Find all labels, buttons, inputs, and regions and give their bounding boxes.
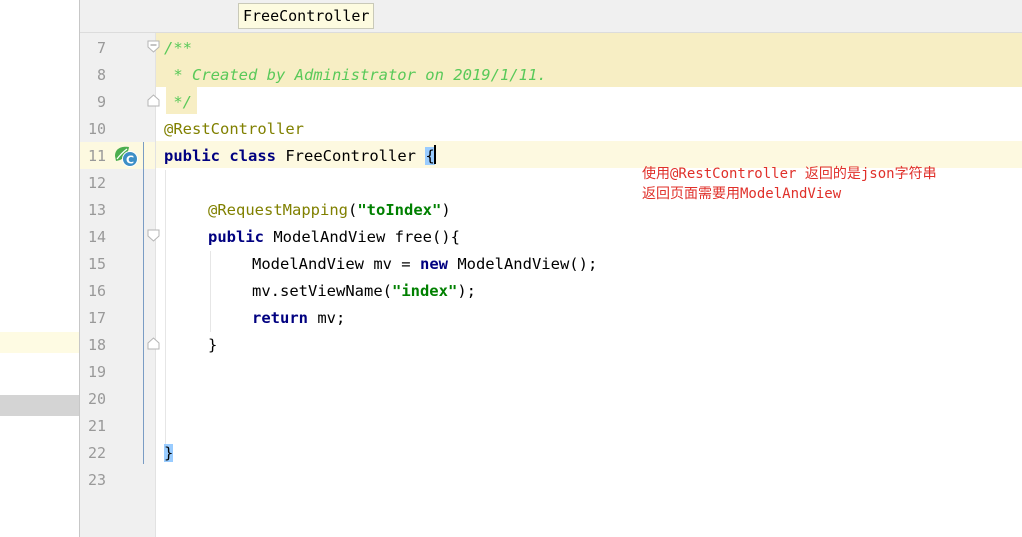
code-statement: ModelAndView mv = new ModelAndView();: [252, 251, 597, 278]
return-statement: return mv;: [252, 305, 345, 332]
line-number: 10: [87, 120, 106, 138]
line-number: 7: [96, 39, 106, 57]
line-number: 13: [87, 201, 106, 219]
line-number: 16: [87, 282, 106, 300]
method-signature: ModelAndView free(){: [264, 228, 460, 246]
line-number: 12: [87, 174, 106, 192]
line-number: 14: [87, 228, 106, 246]
code-statement: mv.setViewName("index");: [252, 278, 476, 305]
note-line-2: 返回页面需要用ModelAndView: [642, 186, 842, 202]
keyword-public: public: [208, 228, 264, 246]
line-number: 23: [87, 471, 106, 489]
annotation-paren-open: (: [347, 201, 358, 219]
annotation-paren-close: ): [441, 201, 451, 219]
method-scope-indicator: [143, 142, 144, 464]
keyword-return: return: [252, 309, 308, 327]
statement-text: ModelAndView mv =: [252, 255, 420, 273]
svg-text:C: C: [126, 154, 134, 167]
view-name-string: "index": [391, 282, 458, 300]
keyword-public: public: [164, 147, 220, 165]
class-name: FreeController: [276, 147, 426, 165]
left-panel-highlight: [0, 332, 79, 353]
line-number: 22: [87, 444, 106, 462]
fold-end-icon[interactable]: [147, 337, 160, 350]
line-number: 17: [87, 309, 106, 327]
doc-comment-close: */: [164, 93, 192, 111]
line-number: 15: [87, 255, 106, 273]
indent-guide: [210, 251, 211, 332]
line-number: 11: [87, 147, 106, 165]
line-number: 18: [87, 336, 106, 354]
line-number: 21: [87, 417, 106, 435]
doc-comment-text: * Created by Administrator on 2019/1/11.: [164, 66, 547, 84]
spring-bean-class-icon[interactable]: C: [113, 144, 139, 168]
method-declaration: public ModelAndView free(){: [208, 224, 460, 251]
statement-text: ModelAndView();: [447, 255, 598, 273]
fold-collapse-icon[interactable]: [147, 40, 160, 53]
line-number: 9: [96, 93, 106, 111]
breadcrumb-bar: FreeController: [80, 0, 1022, 33]
fold-collapse-icon[interactable]: [147, 229, 160, 242]
text-caret: [433, 145, 436, 164]
note-line-1: 使用@RestController 返回的是json字符串: [642, 166, 937, 182]
statement-text: mv.setViewName(: [252, 282, 392, 300]
keyword-new: new: [419, 255, 448, 273]
breadcrumb[interactable]: FreeController: [238, 3, 375, 29]
fold-end-icon[interactable]: [147, 94, 160, 107]
class-close-brace: }: [164, 440, 174, 467]
method-close-brace: }: [208, 336, 218, 354]
statement-text: mv;: [308, 309, 346, 327]
indent-guide: [165, 170, 166, 455]
matched-brace: }: [164, 444, 174, 462]
annotation-name: @RequestMapping: [208, 201, 348, 219]
class-declaration[interactable]: public class FreeController {: [164, 143, 436, 170]
request-mapping-annotation: @RequestMapping("toIndex"): [208, 197, 451, 224]
left-panel: [0, 0, 79, 537]
statement-text: );: [457, 282, 476, 300]
line-number: 8: [96, 66, 106, 84]
rest-controller-annotation: @RestController: [164, 120, 304, 138]
line-number: 20: [87, 390, 106, 408]
mapping-path-string: "toIndex": [357, 201, 442, 219]
keyword-class: class: [229, 147, 277, 165]
doc-comment-open: /**: [164, 39, 192, 57]
left-panel-selection: [0, 395, 79, 416]
line-number: 19: [87, 363, 106, 381]
